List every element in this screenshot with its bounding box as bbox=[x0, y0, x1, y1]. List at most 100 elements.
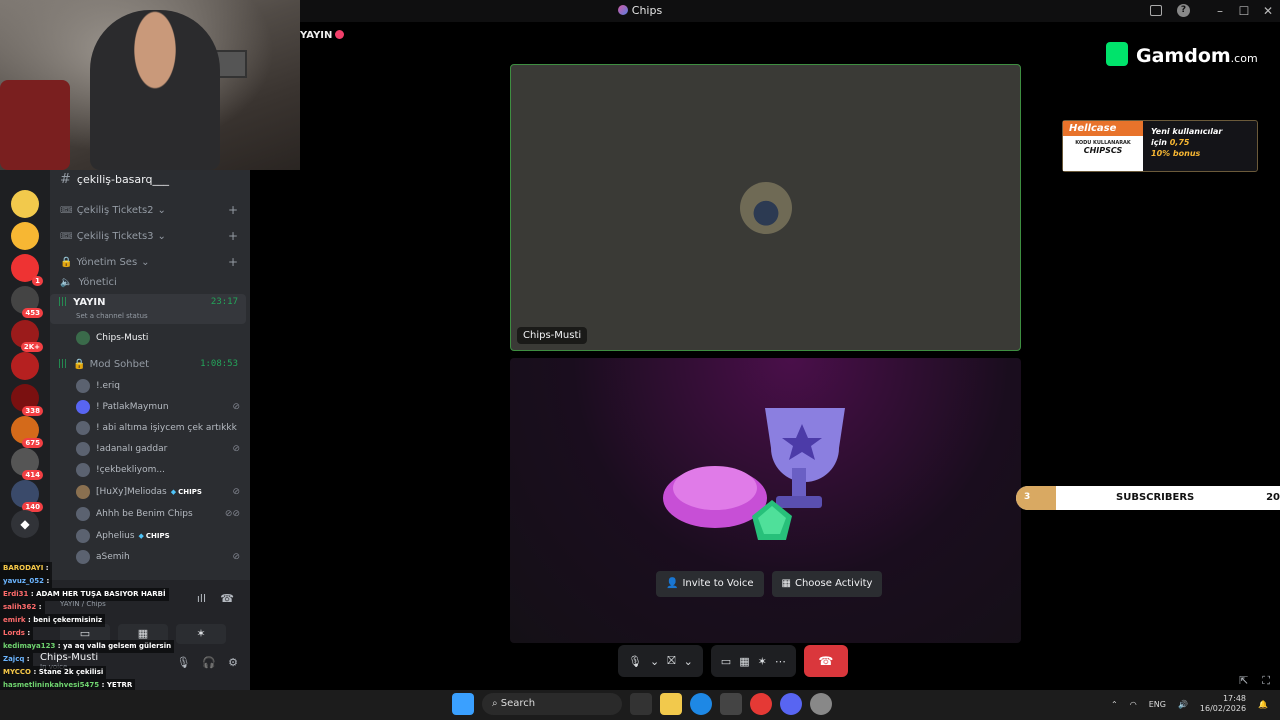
server-icon[interactable] bbox=[11, 352, 39, 380]
server-icon[interactable]: 453 bbox=[11, 286, 43, 318]
choose-activity-button[interactable]: ▦ Choose Activity bbox=[771, 571, 883, 597]
server-icon[interactable] bbox=[11, 190, 39, 218]
channel-item[interactable]: 🎟 Çekiliş Tickets3 ⌄ + bbox=[50, 226, 246, 246]
chips-tag: ◆ CHIPS bbox=[138, 532, 170, 540]
voice-user[interactable]: Chips-Musti bbox=[76, 328, 246, 348]
server-icon[interactable]: 414 bbox=[11, 448, 43, 480]
call-controls: 🎙 ⌄ ⛝ ⌄ ▭ ▦ ✶ ⋯ ☎ bbox=[618, 645, 848, 677]
camera-off-icon[interactable]: ⛝ bbox=[667, 654, 675, 668]
store-icon[interactable] bbox=[720, 693, 742, 715]
invite-to-voice-button[interactable]: 👤 Invite to Voice bbox=[656, 571, 764, 597]
minimize-button[interactable]: – bbox=[1208, 0, 1232, 22]
help-icon[interactable]: ? bbox=[1177, 4, 1190, 17]
chrome-icon[interactable] bbox=[750, 693, 772, 715]
edge-icon[interactable] bbox=[690, 693, 712, 715]
server-icon[interactable]: 675 bbox=[11, 416, 43, 448]
avatar bbox=[76, 400, 90, 414]
chat-message: Zajcq : bbox=[0, 653, 33, 666]
activity-illustration bbox=[663, 408, 845, 540]
inbox-icon[interactable] bbox=[1150, 5, 1162, 16]
server-icon[interactable]: 338 bbox=[11, 384, 43, 416]
fullscreen-icon[interactable]: ⛶ bbox=[1262, 674, 1270, 688]
streamer-webcam bbox=[90, 10, 220, 170]
voice-user[interactable]: ! PatlakMaymun ⊘ bbox=[76, 397, 246, 417]
chevron-up-icon[interactable]: ⌃ bbox=[1111, 700, 1118, 709]
server-icon[interactable]: 140 bbox=[11, 480, 43, 512]
file-explorer-icon[interactable] bbox=[660, 693, 682, 715]
live-dot-icon bbox=[335, 30, 345, 39]
chips-tag: ◆ CHIPS bbox=[170, 488, 202, 496]
screen-share-icon[interactable]: ▭ bbox=[721, 655, 731, 668]
app-icon bbox=[617, 5, 628, 15]
discover-icon[interactable]: ◆ bbox=[11, 510, 39, 538]
channel-item[interactable]: 🔒 Yönetim Ses ⌄ + bbox=[50, 252, 246, 272]
avatar bbox=[76, 421, 90, 435]
channel-header[interactable]: # çekiliş-basarq___ bbox=[50, 170, 250, 190]
user-avatar bbox=[740, 182, 792, 234]
voice-user[interactable]: Ahhh be Benim Chips ⊘⊘ bbox=[76, 504, 246, 524]
chevron-down-icon[interactable]: ⌄ bbox=[684, 655, 693, 668]
channel-item[interactable]: 🔈 Yönetici bbox=[50, 272, 246, 292]
voice-user[interactable]: [HuXy]Meliodas ◆ CHIPS ⊘ bbox=[76, 482, 246, 502]
voice-active-icon: ||| bbox=[58, 359, 68, 369]
chevron-down-icon: ⌄ bbox=[157, 204, 166, 216]
voice-user[interactable]: !adanalı gaddar ⊘ bbox=[76, 439, 246, 459]
voice-user[interactable]: !çekbekliyom... bbox=[76, 460, 246, 480]
server-icon[interactable]: 1 bbox=[11, 254, 43, 286]
chat-message: yavuz_052 : bbox=[0, 575, 53, 588]
server-icon[interactable] bbox=[11, 222, 39, 250]
avatar bbox=[76, 463, 90, 477]
voice-active-icon: ||| bbox=[58, 297, 68, 307]
lock-icon: 🔒 bbox=[73, 358, 86, 370]
start-icon[interactable] bbox=[452, 693, 474, 715]
chevron-down-icon[interactable]: ⌄ bbox=[650, 655, 659, 668]
webcam-overlay bbox=[0, 0, 300, 170]
chat-message: kedimaya123 : ya aq valla gelsem gülersi… bbox=[0, 640, 175, 653]
mic-muted-icon: ⊘ bbox=[232, 487, 240, 497]
app-icon[interactable] bbox=[810, 693, 832, 715]
add-icon[interactable]: + bbox=[228, 255, 238, 269]
avatar bbox=[76, 485, 90, 499]
volume-icon[interactable]: 🔊 bbox=[1178, 700, 1188, 709]
close-button[interactable]: ✕ bbox=[1256, 0, 1280, 22]
wifi-icon[interactable]: ◠ bbox=[1130, 700, 1137, 709]
ticket-icon: 🎟 bbox=[60, 230, 73, 242]
chat-message: BARODAYI : bbox=[0, 562, 52, 575]
voice-channel-yayin[interactable]: ||| YAYIN 23:17 Set a channel status bbox=[50, 294, 246, 324]
chat-message: MYCCO : Stane 2k çekilisi bbox=[0, 666, 107, 679]
lock-icon: 🔒 bbox=[60, 256, 73, 268]
window-controls: – ☐ ✕ bbox=[1208, 0, 1280, 22]
activities-icon[interactable]: ▦ bbox=[739, 655, 749, 668]
chat-message: emirk : beni çekermisiniz bbox=[0, 614, 106, 627]
tile-username: Chips-Musti bbox=[517, 327, 588, 344]
add-icon[interactable]: + bbox=[228, 203, 238, 217]
mic-muted-icon: ⊘ bbox=[232, 402, 240, 412]
maximize-button[interactable]: ☐ bbox=[1232, 0, 1256, 22]
partial-channel-label: YAYIN bbox=[300, 30, 345, 41]
gamdom-logo: Gamdom.com bbox=[1106, 42, 1258, 67]
disconnect-button[interactable]: ☎ bbox=[803, 645, 848, 677]
task-view-icon[interactable] bbox=[630, 693, 652, 715]
voice-user[interactable]: ! abi altıma işiycem çek artıkkk bbox=[76, 418, 246, 438]
discord-icon[interactable] bbox=[780, 693, 802, 715]
soundboard-icon[interactable]: ✶ bbox=[758, 655, 767, 668]
mic-muted-icon: ⊘ bbox=[232, 552, 240, 562]
avatar bbox=[76, 379, 90, 393]
notification-icon[interactable]: 🔔 bbox=[1258, 700, 1268, 709]
gamdom-icon bbox=[1106, 42, 1128, 66]
add-icon[interactable]: + bbox=[228, 229, 238, 243]
ticket-icon: 🎟 bbox=[60, 204, 73, 216]
taskbar-search[interactable]: ⌕ Search bbox=[482, 693, 622, 715]
voice-user[interactable]: Aphelius ◆ CHIPS bbox=[76, 526, 246, 546]
server-icon[interactable]: 2K+ bbox=[11, 320, 43, 352]
popout-icon[interactable]: ⇱ bbox=[1239, 674, 1248, 688]
more-icon[interactable]: ⋯ bbox=[775, 655, 786, 668]
speaker-icon: 🔈 bbox=[60, 276, 73, 288]
microphone-icon[interactable]: 🎙 bbox=[628, 655, 642, 668]
clock[interactable]: 17:48 16/02/2026 bbox=[1200, 694, 1246, 714]
video-tile-user[interactable]: Chips-Musti bbox=[510, 64, 1021, 351]
voice-user[interactable]: !.eriq bbox=[76, 376, 246, 396]
voice-channel-mod-sohbet[interactable]: ||| 🔒 Mod Sohbet 1:08:53 bbox=[50, 354, 246, 374]
mic-muted-icon: ⊘ bbox=[232, 444, 240, 454]
channel-item[interactable]: 🎟 Çekiliş Tickets2 ⌄ + bbox=[50, 200, 246, 220]
